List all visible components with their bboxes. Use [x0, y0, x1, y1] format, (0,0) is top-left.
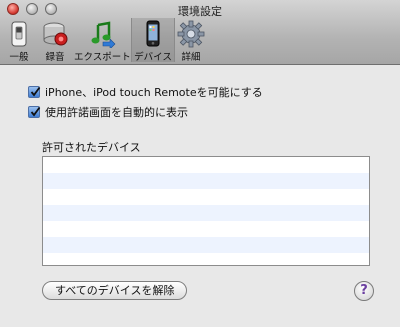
enable-remote-row: iPhone、iPod touch Remoteを可能にする	[28, 84, 263, 100]
title-bar: 環境設定 一般 録音 エクスポート デバイス 詳細	[0, 0, 400, 65]
list-row	[43, 157, 369, 173]
music-note-export-icon	[91, 21, 116, 48]
help-button[interactable]: ?	[354, 281, 374, 301]
iphone-icon	[146, 20, 160, 47]
toolbar-item-label: エクスポート	[74, 52, 131, 63]
list-row	[43, 205, 369, 221]
checkmark-icon	[30, 86, 41, 97]
show-license-label[interactable]: 使用許諾画面を自動的に表示	[45, 104, 188, 120]
preferences-window: 環境設定 一般 録音 エクスポート デバイス 詳細 iPhone、iPod to…	[0, 0, 400, 327]
allowed-devices-label: 許可されたデバイス	[42, 141, 141, 154]
list-row	[43, 221, 369, 237]
unregister-all-devices-button[interactable]: すべてのデバイスを解除	[42, 281, 188, 300]
enable-remote-label[interactable]: iPhone、iPod touch Remoteを可能にする	[45, 84, 263, 100]
enable-remote-checkbox[interactable]	[28, 86, 41, 98]
checkmark-icon	[30, 106, 41, 117]
toolbar-item-export[interactable]: エクスポート	[74, 18, 131, 63]
switch-icon	[11, 21, 27, 47]
devices-pane: iPhone、iPod touch Remoteを可能にする 使用許諾画面を自動…	[0, 65, 400, 327]
show-license-checkbox[interactable]	[28, 106, 41, 118]
toolbar-item-label: 録音	[45, 52, 65, 63]
record-drive-icon	[43, 22, 68, 46]
toolbar-item-general[interactable]: 一般	[2, 18, 36, 63]
toolbar-item-devices[interactable]: デバイス	[131, 18, 175, 63]
toolbar: 一般 録音 エクスポート デバイス 詳細	[0, 18, 400, 63]
toolbar-item-advanced[interactable]: 詳細	[176, 18, 206, 63]
toolbar-item-label: 詳細	[181, 52, 201, 63]
window-title: 環境設定	[178, 5, 222, 18]
toolbar-item-label: デバイス	[134, 52, 172, 63]
show-license-row: 使用許諾画面を自動的に表示	[28, 104, 188, 120]
allowed-devices-list[interactable]	[42, 156, 370, 266]
list-row	[43, 173, 369, 189]
toolbar-item-label: 一般	[9, 52, 29, 63]
list-row	[43, 189, 369, 205]
list-row	[43, 253, 369, 265]
toolbar-item-record[interactable]: 録音	[38, 18, 72, 63]
list-row	[43, 237, 369, 253]
gear-icon	[177, 20, 205, 48]
